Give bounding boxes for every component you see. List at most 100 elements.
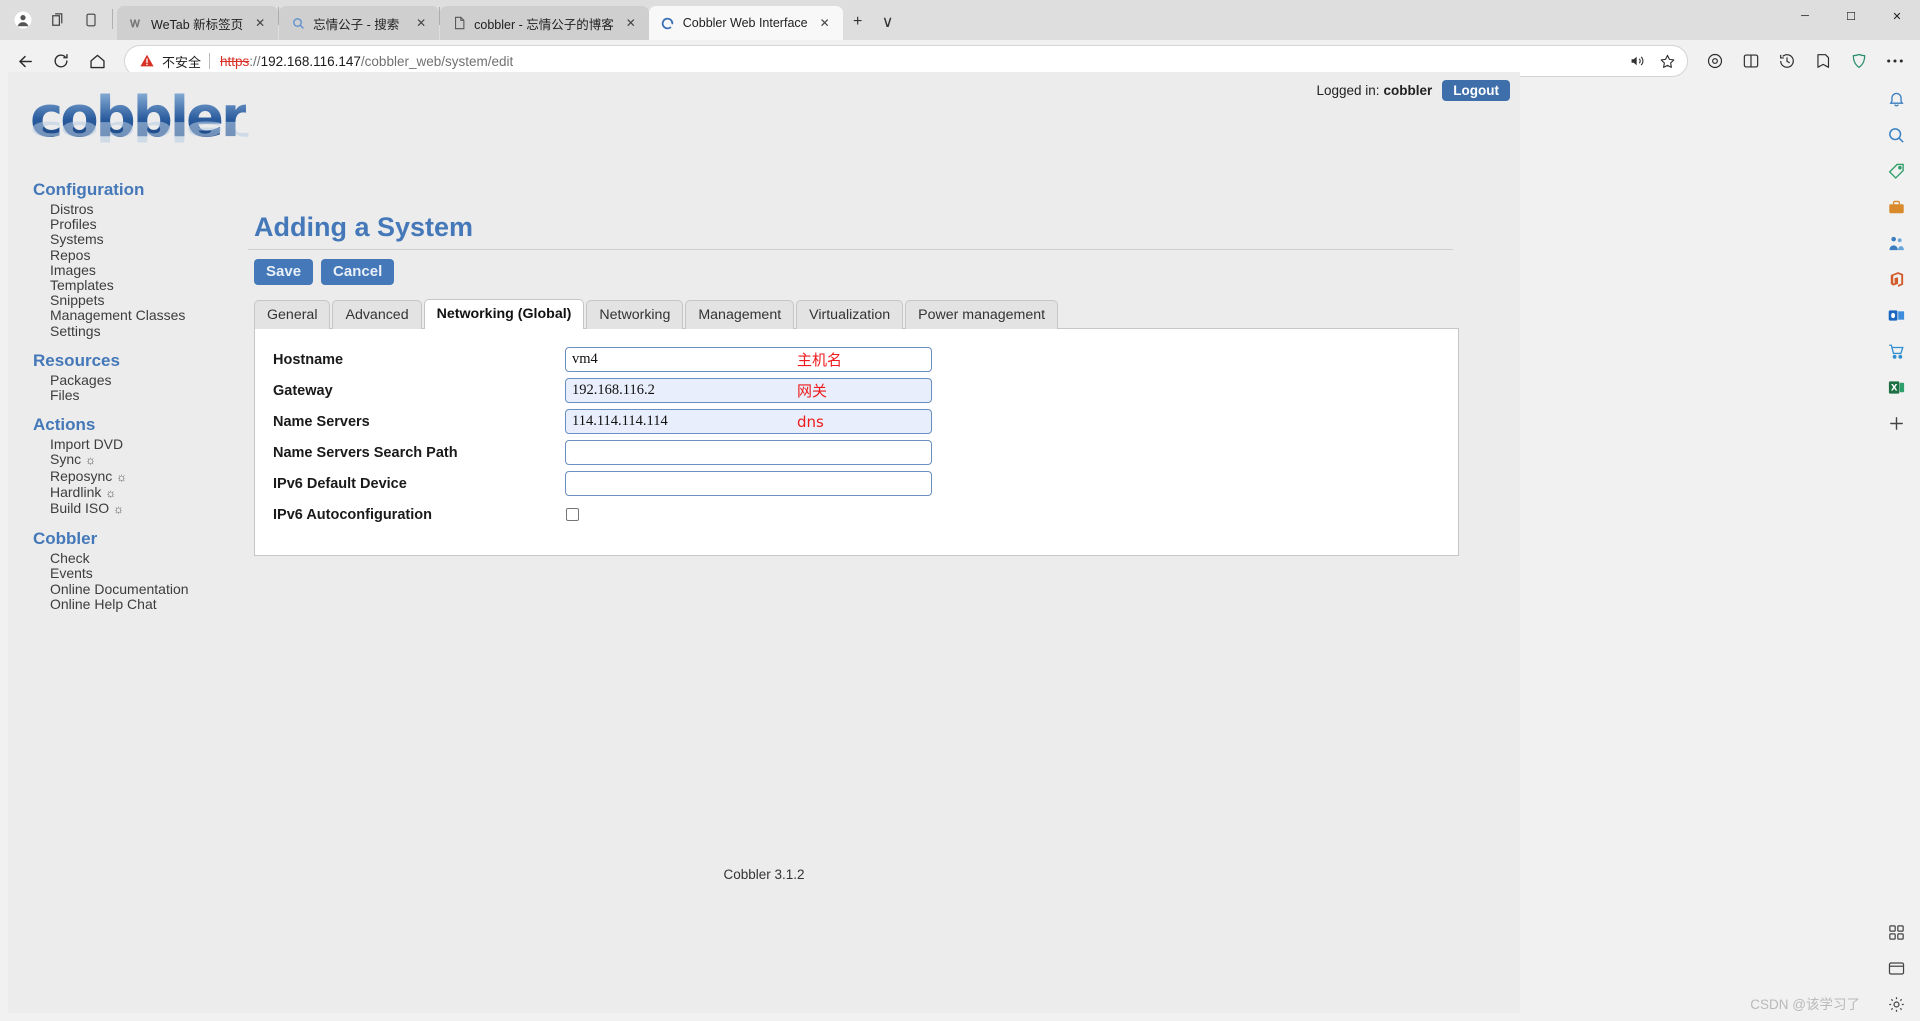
new-tab-button[interactable]: + bbox=[843, 7, 873, 37]
logged-in-username: cobbler bbox=[1383, 83, 1433, 98]
label-ipv6-autoconfiguration: IPv6 Autoconfiguration bbox=[273, 506, 432, 523]
tab-list-dropdown-icon[interactable]: ∨ bbox=[873, 7, 903, 37]
search-icon[interactable] bbox=[1879, 118, 1913, 152]
sidebar-item-settings[interactable]: Settings bbox=[28, 323, 233, 339]
sidebar-item-management-classes[interactable]: Management Classes bbox=[28, 308, 233, 323]
workspaces-icon[interactable] bbox=[40, 3, 74, 37]
sidebar-heading-resources: Resources bbox=[33, 350, 120, 370]
sidebar-settings-icon[interactable] bbox=[1879, 987, 1913, 1021]
gear-icon[interactable]: ☼ bbox=[116, 470, 127, 484]
tab-general[interactable]: General bbox=[254, 300, 331, 329]
browser-tab-active[interactable]: Cobbler Web Interface ✕ bbox=[648, 6, 843, 40]
sidebar-item-reposync[interactable]: Reposync ☼ bbox=[28, 467, 233, 485]
profile-avatar-icon[interactable] bbox=[6, 3, 40, 37]
sidebar-item-images[interactable]: Images bbox=[28, 262, 233, 278]
maximize-button[interactable]: ☐ bbox=[1828, 0, 1874, 32]
tab-actions-icon[interactable] bbox=[74, 3, 108, 37]
gear-icon[interactable]: ☼ bbox=[105, 486, 116, 500]
sidebar-item-profiles[interactable]: Profiles bbox=[28, 217, 233, 232]
add-app-icon[interactable] bbox=[1879, 406, 1913, 440]
split-screen-icon[interactable] bbox=[1734, 44, 1768, 78]
tab-advanced[interactable]: Advanced bbox=[332, 300, 422, 329]
sidebar-item-online-documentation[interactable]: Online Documentation bbox=[28, 581, 233, 597]
cobbler-logo-reflection: cobbler bbox=[30, 115, 246, 147]
gear-icon[interactable]: ☼ bbox=[85, 453, 96, 467]
star-icon[interactable] bbox=[1653, 47, 1681, 75]
games-icon[interactable] bbox=[1879, 226, 1913, 260]
excel-icon[interactable]: X bbox=[1879, 370, 1913, 404]
cancel-button[interactable]: Cancel bbox=[321, 259, 395, 285]
browser-tab[interactable]: WeTab 新标签页 ✕ bbox=[117, 6, 279, 40]
cobbler-logo[interactable]: cobbler cobbler bbox=[30, 90, 249, 168]
tab-title: WeTab 新标签页 bbox=[151, 17, 244, 32]
hostname-input[interactable] bbox=[565, 347, 932, 372]
sidebar-item-distros[interactable]: Distros bbox=[28, 201, 233, 217]
ipv6-autoconfiguration-checkbox[interactable] bbox=[566, 508, 579, 521]
outlook-icon[interactable] bbox=[1879, 298, 1913, 332]
sidebar-item-import-dvd[interactable]: Import DVD bbox=[28, 437, 233, 452]
tab-virtualization[interactable]: Virtualization bbox=[796, 300, 904, 329]
tab-power-management[interactable]: Power management bbox=[905, 300, 1059, 329]
url-scheme: https bbox=[220, 53, 250, 69]
gear-icon[interactable]: ☼ bbox=[113, 502, 124, 516]
label-hostname: Hostname bbox=[273, 351, 344, 368]
window-controls: ─ ☐ ✕ bbox=[1782, 0, 1920, 40]
sidebar-item-hardlink[interactable]: Hardlink ☼ bbox=[28, 484, 233, 501]
label-ipv6-default-device: IPv6 Default Device bbox=[273, 475, 407, 492]
notifications-bell-icon[interactable] bbox=[1879, 82, 1913, 116]
collections-icon[interactable] bbox=[1698, 44, 1732, 78]
sidebar-item-sync[interactable]: Sync ☼ bbox=[28, 452, 233, 468]
office-icon[interactable] bbox=[1879, 262, 1913, 296]
sidebar-item-events[interactable]: Events bbox=[28, 566, 233, 581]
minimize-button[interactable]: ─ bbox=[1782, 0, 1828, 32]
close-icon[interactable]: ✕ bbox=[250, 13, 270, 33]
svg-text:X: X bbox=[1890, 383, 1897, 393]
shopping-tag-icon[interactable] bbox=[1879, 154, 1913, 188]
sidebar-item-build-iso[interactable]: Build ISO ☼ bbox=[28, 500, 233, 517]
sidebar-item-systems[interactable]: Systems bbox=[28, 232, 233, 247]
name-servers-search-path-input[interactable] bbox=[565, 440, 932, 465]
name-servers-input[interactable] bbox=[565, 409, 932, 434]
sidebar-nav: Configuration Distros Profiles Systems R… bbox=[28, 180, 233, 612]
read-aloud-icon[interactable] bbox=[1623, 47, 1651, 75]
browser-essentials-icon[interactable] bbox=[1842, 44, 1876, 78]
close-icon[interactable]: ✕ bbox=[815, 13, 835, 33]
save-button[interactable]: Save bbox=[254, 259, 314, 285]
form-row-ipv6-default-device: IPv6 Default Device bbox=[255, 471, 1458, 496]
tab-networking[interactable]: Networking bbox=[586, 300, 684, 329]
sidebar-item-packages[interactable]: Packages bbox=[28, 372, 233, 388]
page-viewport: Logged in: cobbler Logout cobbler cobble… bbox=[8, 72, 1520, 1013]
page-icon bbox=[451, 15, 467, 31]
browser-window-icon[interactable] bbox=[1879, 951, 1913, 985]
close-icon[interactable]: ✕ bbox=[621, 13, 641, 33]
shopping-cart-icon[interactable] bbox=[1879, 334, 1913, 368]
sidebar-item-templates[interactable]: Templates bbox=[28, 277, 233, 293]
favorites-icon[interactable] bbox=[1806, 44, 1840, 78]
sidebar-item-files[interactable]: Files bbox=[28, 387, 233, 403]
history-icon[interactable] bbox=[1770, 44, 1804, 78]
logout-button[interactable]: Logout bbox=[1442, 80, 1510, 101]
browser-tab[interactable]: cobbler - 忘情公子的博客 ✕ bbox=[440, 6, 649, 40]
tab-strip: WeTab 新标签页 ✕ 忘情公子 - 搜索 ✕ cobbler - 忘情公子的… bbox=[0, 0, 1920, 40]
form-row-ipv6-autoconfiguration: IPv6 Autoconfiguration bbox=[255, 502, 1458, 527]
login-status: Logged in: cobbler Logout bbox=[1316, 80, 1510, 101]
sidebar-item-online-help-chat[interactable]: Online Help Chat bbox=[28, 596, 233, 612]
browser-tab[interactable]: 忘情公子 - 搜索 ✕ bbox=[279, 6, 440, 40]
form-panel: Hostname 主机名 Gateway 网关 Name Servers dns… bbox=[254, 328, 1459, 556]
tab-management[interactable]: Management bbox=[685, 300, 795, 329]
gateway-input[interactable] bbox=[565, 378, 932, 403]
page-title: Adding a System bbox=[248, 212, 1453, 250]
sidebar-item-label: Reposync bbox=[50, 467, 113, 484]
close-window-button[interactable]: ✕ bbox=[1874, 0, 1920, 32]
sidebar-item-repos[interactable]: Repos bbox=[28, 247, 233, 263]
sidebar-item-snippets[interactable]: Snippets bbox=[28, 293, 233, 308]
tab-networking-global[interactable]: Networking (Global) bbox=[423, 299, 585, 329]
ipv6-default-device-input[interactable] bbox=[565, 471, 932, 496]
form-row-hostname: Hostname 主机名 bbox=[255, 347, 1458, 372]
sidebar-item-check[interactable]: Check bbox=[28, 551, 233, 566]
customize-sidebar-icon[interactable] bbox=[1879, 915, 1913, 949]
toolbox-icon[interactable] bbox=[1879, 190, 1913, 224]
close-icon[interactable]: ✕ bbox=[411, 13, 431, 33]
logged-in-label: Logged in: bbox=[1316, 83, 1380, 98]
wetab-icon bbox=[128, 15, 144, 31]
